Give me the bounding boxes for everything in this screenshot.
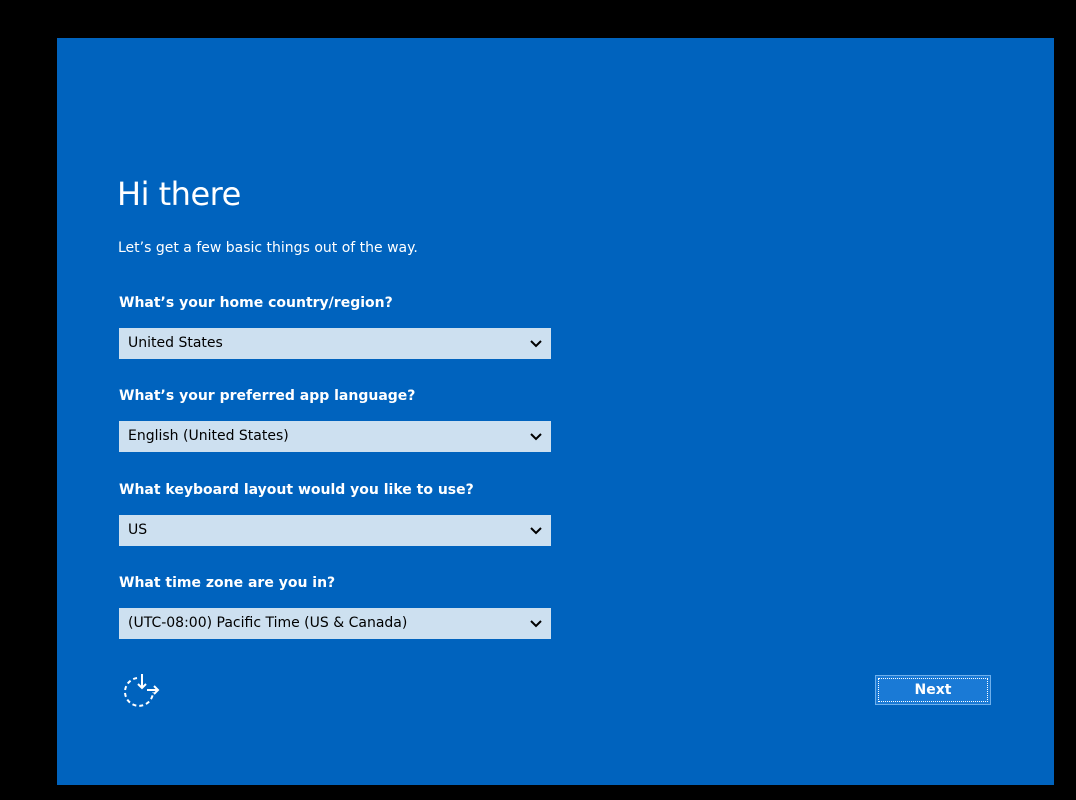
keyboard-layout-field: What keyboard layout would you like to u… — [119, 481, 551, 546]
country-region-field: What’s your home country/region? United … — [119, 294, 551, 359]
app-language-field: What’s your preferred app language? Engl… — [119, 387, 551, 452]
keyboard-layout-dropdown[interactable]: US — [119, 515, 551, 546]
page-title: Hi there — [117, 175, 241, 213]
country-region-value: United States — [128, 335, 223, 351]
time-zone-label: What time zone are you in? — [119, 575, 336, 591]
keyboard-layout-label: What keyboard layout would you like to u… — [119, 482, 474, 498]
app-language-dropdown[interactable]: English (United States) — [119, 421, 551, 452]
time-zone-field: What time zone are you in? (UTC-08:00) P… — [119, 574, 551, 639]
time-zone-dropdown[interactable]: (UTC-08:00) Pacific Time (US & Canada) — [119, 608, 551, 639]
setup-screen: Hi there Let’s get a few basic things ou… — [57, 38, 1054, 785]
app-language-value: English (United States) — [128, 428, 289, 444]
chevron-down-icon — [530, 620, 542, 628]
keyboard-layout-value: US — [128, 522, 148, 538]
time-zone-value: (UTC-08:00) Pacific Time (US & Canada) — [128, 615, 408, 631]
next-button[interactable]: Next — [875, 675, 991, 705]
app-language-label: What’s your preferred app language? — [119, 388, 416, 404]
country-region-label: What’s your home country/region? — [119, 295, 393, 311]
country-region-dropdown[interactable]: United States — [119, 328, 551, 359]
chevron-down-icon — [530, 433, 542, 441]
chevron-down-icon — [530, 340, 542, 348]
chevron-down-icon — [530, 527, 542, 535]
page-subtitle: Let’s get a few basic things out of the … — [118, 240, 418, 256]
ease-of-access-icon[interactable] — [123, 672, 163, 708]
